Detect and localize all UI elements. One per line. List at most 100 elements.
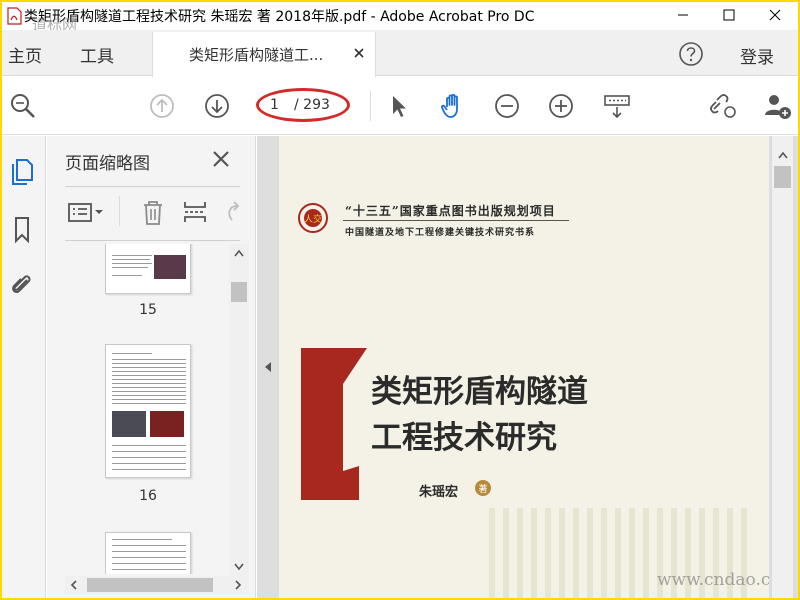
share-link-icon[interactable] — [708, 91, 738, 121]
thumbnail-list: 15 16 — [65, 244, 228, 574]
hand-tool-icon[interactable] — [438, 91, 468, 121]
tab-close-icon[interactable] — [353, 47, 365, 59]
maximize-button[interactable] — [706, 2, 752, 28]
scroll-thumb[interactable] — [231, 282, 247, 302]
minimize-icon — [678, 14, 688, 16]
book-author: 朱瑶宏 — [419, 485, 459, 500]
thumb-text-line — [112, 263, 152, 264]
panel-divider — [65, 186, 240, 187]
panel-title: 页面缩略图 — [65, 154, 150, 174]
thumb-text-line — [112, 387, 186, 388]
page-number-box[interactable]: 1 / 293 — [256, 88, 354, 122]
toolbar: 1 / 293 — [2, 77, 798, 135]
pdf-page-cover: 人交 “十三五”国家重点图书出版规划项目 中国隧道及地下工程修建关键技术研究书系… — [279, 136, 769, 598]
book-title-line1: 类矩形盾构隧道 — [371, 374, 588, 410]
thumbnail-page-17[interactable] — [105, 532, 191, 574]
rotate-page-icon[interactable] — [223, 198, 243, 226]
scroll-left-icon[interactable] — [69, 580, 79, 590]
thumb-text-line — [112, 379, 186, 380]
thumb-text-line — [112, 353, 152, 354]
extract-page-icon[interactable] — [181, 198, 209, 226]
thumbnail-page-16[interactable] — [105, 344, 191, 478]
thumbnail-options-icon[interactable] — [67, 198, 95, 226]
cover-red-shape — [301, 348, 367, 500]
series-heading: “十三五”国家重点图书出版规划项目 — [345, 204, 556, 218]
menu-bar: 主页 工具 类矩形盾构隧道工... 登录 — [2, 30, 798, 77]
title-bar: 类矩形盾构隧道工程技术研究 朱瑶宏 著 2018年版.pdf - Adobe A… — [2, 2, 798, 34]
zoom-in-icon[interactable] — [546, 91, 576, 121]
thumbnail-label: 15 — [139, 302, 157, 318]
thumb-text-line — [112, 395, 186, 396]
menu-home[interactable]: 主页 — [8, 42, 42, 67]
thumb-image — [150, 411, 184, 437]
document-view[interactable]: 人交 “十三五”国家重点图书出版规划项目 中国隧道及地下工程修建关键技术研究书系… — [257, 136, 798, 598]
thumbnail-horizontal-scrollbar[interactable] — [65, 576, 249, 594]
scroll-up-icon[interactable] — [233, 248, 245, 258]
delete-page-icon[interactable] — [139, 198, 167, 226]
previous-page-icon[interactable] — [147, 91, 177, 121]
zoom-search-icon[interactable] — [8, 91, 38, 121]
scroll-thumb[interactable] — [774, 166, 791, 188]
scroll-down-icon[interactable] — [233, 562, 245, 572]
menu-tools[interactable]: 工具 — [80, 42, 114, 67]
thumb-text-line — [112, 383, 186, 384]
help-icon[interactable] — [678, 41, 704, 67]
minimize-button[interactable] — [660, 2, 706, 28]
panel-divider-2 — [65, 240, 240, 241]
thumb-image — [154, 255, 186, 279]
maximize-icon — [723, 9, 735, 21]
thumb-text-line — [112, 363, 186, 364]
zoom-out-icon[interactable] — [492, 91, 522, 121]
thumb-text-line — [112, 275, 142, 276]
chevron-down-icon[interactable] — [93, 198, 105, 226]
series-subheading: 中国隧道及地下工程修建关键技术研究书系 — [345, 228, 536, 238]
scroll-right-icon[interactable] — [233, 580, 243, 590]
bookmark-icon[interactable] — [8, 214, 36, 244]
attachment-icon[interactable] — [8, 270, 36, 300]
thumb-text-line — [112, 391, 186, 392]
close-window-button[interactable] — [752, 2, 798, 28]
thumb-text-line — [112, 359, 186, 360]
select-cursor-icon[interactable] — [384, 91, 414, 121]
scroll-mode-icon[interactable] — [602, 91, 632, 121]
document-vertical-scrollbar[interactable] — [771, 136, 793, 598]
thumbnail-page-15[interactable] — [105, 244, 191, 294]
thumb-text-line — [112, 375, 186, 376]
thumb-text-line — [112, 457, 186, 458]
thumb-text-line — [112, 367, 186, 368]
collapse-panel-icon[interactable] — [263, 360, 273, 374]
logo-text: 人交 — [304, 213, 322, 225]
thumb-text-line — [112, 557, 186, 558]
toolbar-divider — [370, 91, 371, 121]
thumb-text-line — [112, 469, 186, 470]
left-icon-rail — [2, 136, 46, 598]
current-page-input[interactable]: 1 — [270, 97, 279, 113]
close-panel-icon[interactable] — [212, 150, 230, 168]
close-icon — [769, 9, 781, 21]
publisher-logo-icon: 人交 — [298, 203, 328, 233]
hscroll-thumb[interactable] — [87, 578, 213, 592]
thumb-text-line — [112, 371, 186, 372]
book-title-line2: 工程技术研究 — [371, 420, 557, 456]
thumb-text-line — [112, 563, 186, 564]
thumb-text-line — [112, 451, 186, 452]
thumb-text-line — [112, 539, 172, 540]
thumb-text-line — [112, 259, 150, 260]
thumb-text-line — [112, 569, 186, 570]
author-seal: 著 — [475, 480, 491, 496]
window-title: 类矩形盾构隧道工程技术研究 朱瑶宏 著 2018年版.pdf - Adobe A… — [24, 9, 535, 25]
add-user-icon[interactable] — [762, 91, 792, 121]
panel-tool-divider — [119, 196, 120, 226]
thumb-text-line — [112, 255, 152, 256]
thumbnail-vertical-scrollbar[interactable] — [229, 244, 249, 576]
page-thumbnails-icon[interactable] — [8, 156, 36, 186]
next-page-icon[interactable] — [202, 91, 232, 121]
app-window: 类矩形盾构隧道工程技术研究 朱瑶宏 著 2018年版.pdf - Adobe A… — [2, 2, 798, 598]
thumb-text-line — [112, 403, 186, 404]
thumb-text-line — [112, 551, 186, 552]
login-button[interactable]: 登录 — [740, 43, 774, 68]
thumb-image — [112, 411, 146, 437]
thumb-text-line — [112, 399, 186, 400]
scroll-up-icon[interactable] — [777, 150, 789, 160]
document-tab[interactable]: 类矩形盾构隧道工... — [152, 32, 376, 77]
